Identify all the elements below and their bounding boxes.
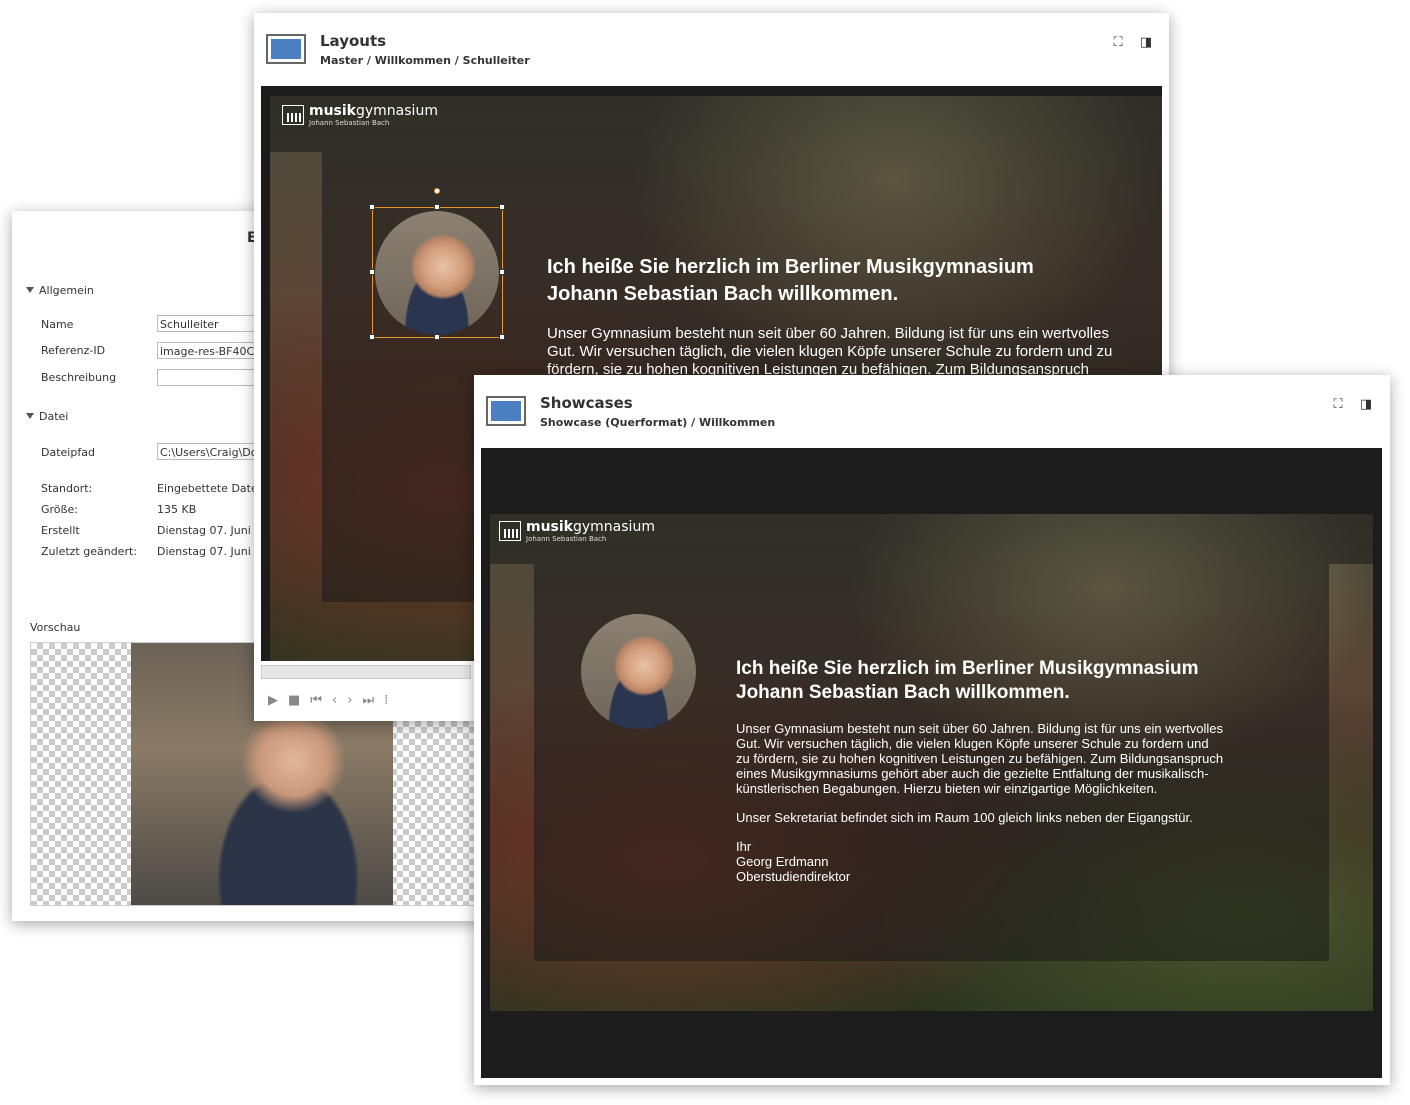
logo-name: musikgymnasium bbox=[526, 519, 655, 535]
collapse-triangle-icon[interactable] bbox=[26, 413, 34, 419]
rotate-handle[interactable] bbox=[434, 188, 440, 194]
welcome-headline: Ich heiße Sie herzlich im Berliner Musik… bbox=[736, 658, 1199, 703]
horizontal-scrollbar[interactable] bbox=[261, 665, 471, 679]
showcase-window-icon bbox=[486, 396, 526, 426]
principal-photo bbox=[581, 614, 696, 729]
ref-id-label: Referenz-ID bbox=[41, 344, 106, 357]
signature-line: Ihr bbox=[736, 839, 752, 854]
section-file[interactable]: Datei bbox=[26, 410, 68, 423]
file-path-label: Dateipfad bbox=[41, 446, 95, 459]
fullscreen-icon[interactable]: ⛶ bbox=[1111, 36, 1125, 50]
play-icon[interactable]: ▶ bbox=[268, 693, 278, 708]
resize-handle[interactable] bbox=[434, 204, 440, 210]
side-panel-icon[interactable]: ◨ bbox=[1359, 398, 1373, 412]
logo-mark-icon bbox=[499, 521, 521, 541]
resize-handle[interactable] bbox=[434, 334, 440, 340]
secretariat-text: Unser Sekretariat befindet sich im Raum … bbox=[736, 810, 1193, 825]
location-value: Eingebettete Datei bbox=[157, 482, 261, 495]
description-label: Beschreibung bbox=[41, 371, 117, 384]
signature-name: Georg Erdmann bbox=[736, 854, 829, 869]
preview-label: Vorschau bbox=[30, 621, 81, 634]
logo-mark-icon bbox=[282, 105, 304, 125]
name-label: Name bbox=[41, 318, 74, 331]
modified-label: Zuletzt geändert: bbox=[41, 545, 137, 558]
next-icon[interactable]: › bbox=[347, 693, 352, 708]
breadcrumb[interactable]: Master / Willkommen / Schulleiter bbox=[320, 54, 530, 67]
marker-icon[interactable]: ⁞ bbox=[384, 693, 388, 708]
resize-handle[interactable] bbox=[499, 269, 505, 275]
showcase-stage: musikgymnasium Johann Sebastian Bach Ich… bbox=[481, 448, 1382, 1078]
side-panel-icon[interactable]: ◨ bbox=[1139, 36, 1153, 50]
welcome-body[interactable]: Unser Gymnasium besteht nun seit über 60… bbox=[547, 325, 1112, 379]
logo-name: musikgymnasium bbox=[309, 103, 438, 119]
window-title: Layouts bbox=[320, 32, 387, 50]
created-value: Dienstag 07. Juni 20 bbox=[157, 524, 269, 537]
resize-handle[interactable] bbox=[499, 334, 505, 340]
section-general-label: Allgemein bbox=[39, 284, 94, 297]
resize-handle[interactable] bbox=[369, 269, 375, 275]
resize-handle[interactable] bbox=[369, 204, 375, 210]
prev-icon[interactable]: ‹ bbox=[332, 693, 337, 708]
fullscreen-icon[interactable]: ⛶ bbox=[1331, 398, 1345, 412]
size-value: 135 KB bbox=[157, 503, 197, 516]
collapse-triangle-icon[interactable] bbox=[26, 287, 34, 293]
playback-controls: ▶ ■ ⏮ ‹ › ⏭ ⁞ bbox=[268, 693, 398, 708]
last-icon[interactable]: ⏭ bbox=[362, 693, 374, 708]
stop-icon[interactable]: ■ bbox=[288, 693, 300, 708]
breadcrumb[interactable]: Showcase (Querformat) / Willkommen bbox=[540, 416, 775, 429]
logo-subtitle: Johann Sebastian Bach bbox=[309, 119, 390, 127]
selection-box[interactable] bbox=[369, 188, 505, 340]
location-label: Standort: bbox=[41, 482, 93, 495]
first-icon[interactable]: ⏮ bbox=[310, 693, 322, 708]
section-general[interactable]: Allgemein bbox=[26, 284, 94, 297]
signature-title: Oberstudiendirektor bbox=[736, 869, 851, 884]
created-label: Erstellt bbox=[41, 524, 80, 537]
resize-handle[interactable] bbox=[369, 334, 375, 340]
window-title: Showcases bbox=[540, 394, 633, 412]
layout-window-icon bbox=[266, 34, 306, 64]
slide-canvas[interactable]: musikgymnasium Johann Sebastian Bach Ich… bbox=[490, 514, 1373, 1011]
welcome-headline[interactable]: Ich heiße Sie herzlich im Berliner Musik… bbox=[547, 254, 1034, 308]
modified-value: Dienstag 07. Juni 20 bbox=[157, 545, 269, 558]
section-file-label: Datei bbox=[39, 410, 69, 423]
resize-handle[interactable] bbox=[499, 204, 505, 210]
logo-subtitle: Johann Sebastian Bach bbox=[526, 535, 607, 543]
showcases-window: Showcases Showcase (Querformat) / Willko… bbox=[474, 375, 1390, 1085]
size-label: Größe: bbox=[41, 503, 78, 516]
welcome-body: Unser Gymnasium besteht nun seit über 60… bbox=[736, 721, 1224, 884]
